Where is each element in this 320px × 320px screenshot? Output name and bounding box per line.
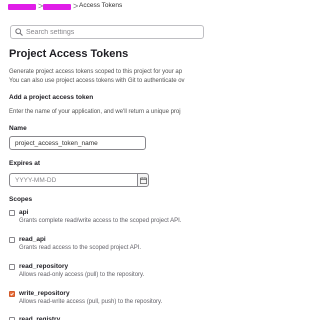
expires-at-field[interactable] — [9, 173, 137, 187]
form-help-text: Enter the name of your application, and … — [9, 109, 181, 115]
search-input[interactable] — [26, 27, 196, 37]
scopes-label: Scopes — [9, 196, 33, 203]
scope-checkbox[interactable] — [9, 210, 15, 216]
scope-write-repository: write_repository Allows read-write acces… — [9, 290, 200, 314]
scope-read-registry: read_registry — [9, 316, 200, 320]
breadcrumb-current: Access Tokens — [79, 2, 123, 9]
scope-description: Allows read-write access (pull, push) to… — [19, 299, 163, 305]
scope-description: Grants read access to the scoped project… — [19, 245, 142, 251]
search-icon — [15, 28, 23, 36]
search-box — [10, 25, 204, 39]
token-name-field[interactable] — [9, 136, 146, 150]
scope-description: Allows read-only access (pull) to the re… — [19, 272, 145, 278]
breadcrumb-redacted-group[interactable] — [8, 4, 36, 10]
scope-name: read_repository — [19, 263, 69, 270]
scope-read-repository: read_repository Allows read-only access … — [9, 263, 200, 287]
page-title: Project Access Tokens — [9, 48, 129, 60]
scope-checkbox-checked[interactable] — [9, 291, 15, 297]
page-description-line-1: Generate project access tokens scoped to… — [9, 69, 183, 75]
scope-checkbox[interactable] — [9, 264, 15, 270]
section-title: Add a project access token — [9, 94, 94, 101]
breadcrumb-separator: > — [73, 1, 79, 11]
scope-name: api — [19, 209, 29, 216]
scope-name: read_registry — [19, 316, 61, 320]
calendar-button[interactable] — [137, 173, 149, 187]
name-label: Name — [9, 125, 27, 132]
breadcrumb-redacted-project[interactable] — [43, 4, 71, 10]
scope-read-api: read_api Grants read access to the scope… — [9, 236, 200, 260]
expires-label: Expires at — [9, 160, 41, 167]
scope-checkbox[interactable] — [9, 237, 15, 243]
scope-name: write_repository — [19, 290, 70, 297]
page-description-line-2: You can also use project access tokens w… — [9, 78, 185, 84]
calendar-icon — [140, 177, 147, 184]
breadcrumb: > > Access Tokens — [0, 0, 200, 14]
expires-date-picker — [9, 173, 149, 187]
scope-api: api Grants complete read/write access to… — [9, 209, 200, 233]
scope-description: Grants complete read/write access to the… — [19, 218, 182, 224]
scope-name: read_api — [19, 236, 46, 243]
check-icon — [10, 292, 14, 296]
